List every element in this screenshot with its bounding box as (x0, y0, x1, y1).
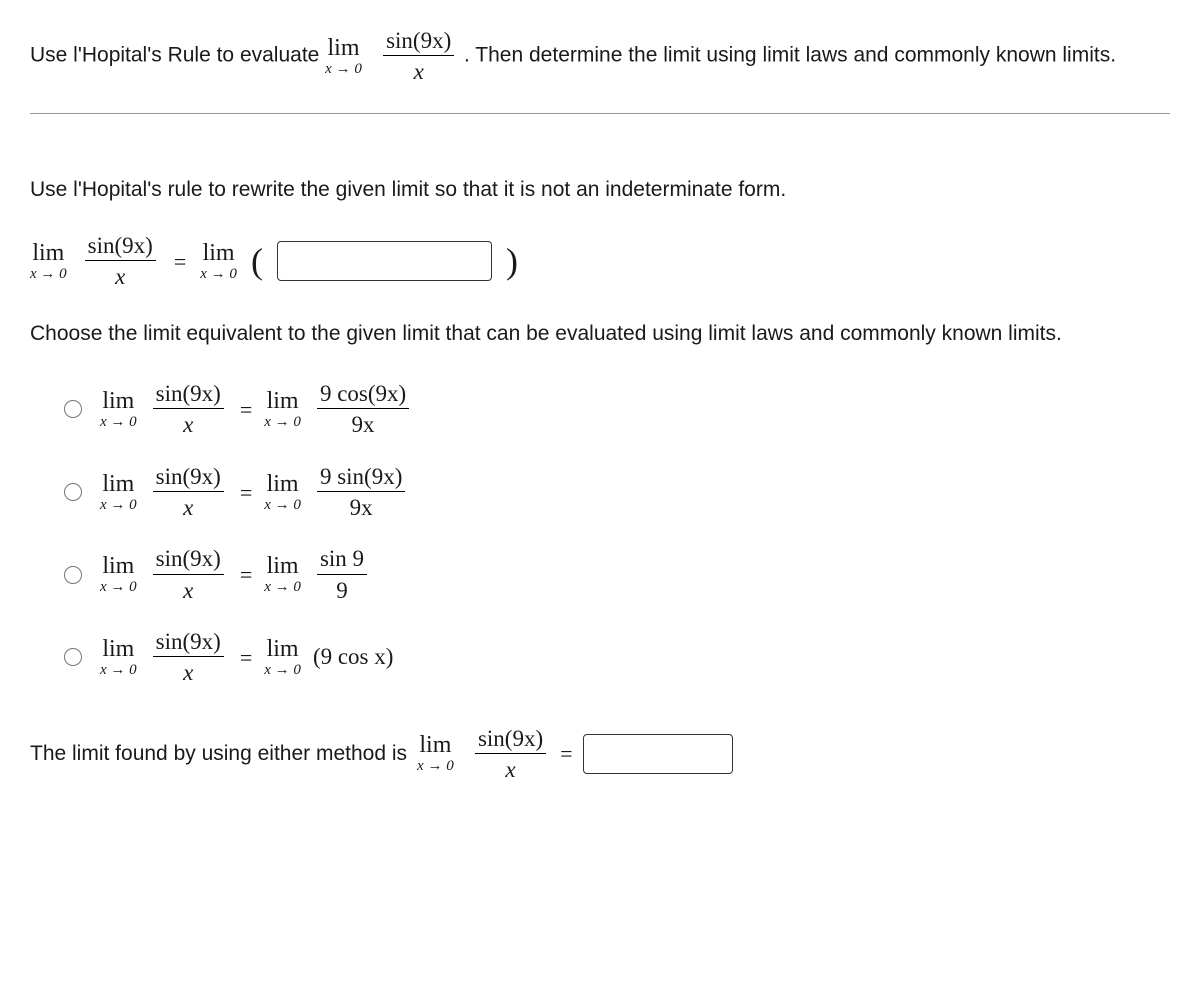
choice-3-radio[interactable] (64, 566, 82, 584)
choice-1-radio[interactable] (64, 400, 82, 418)
choice-2-radio[interactable] (64, 483, 82, 501)
final-answer-input[interactable] (583, 734, 733, 774)
header-limit-expr: lim x → 0 sin(9x) x (325, 42, 464, 67)
lhopital-answer-input[interactable] (277, 241, 492, 281)
final-equals: = (560, 737, 572, 770)
header-text-before: Use l'Hopital's Rule to evaluate (30, 44, 325, 67)
final-answer-row: The limit found by using either method i… (30, 726, 1170, 783)
choice-3[interactable]: limx → 0 sin(9x)x = limx → 0 sin 99 (64, 546, 1170, 603)
choice-4[interactable]: limx → 0 sin(9x)x = limx → 0 (9 cos x) (64, 629, 1170, 686)
choice-group: limx → 0 sin(9x)x = limx → 0 9 cos(9x)9x… (64, 381, 1170, 685)
section2-instruction: Choose the limit equivalent to the given… (30, 318, 1170, 350)
lhs-lim: lim x → 0 (30, 241, 67, 282)
rhs-lim: lim x → 0 (200, 241, 237, 282)
lhopital-equation: lim x → 0 sin(9x) x = lim x → 0 ( ) (30, 233, 1170, 290)
header-text-after: . Then determine the limit using limit l… (464, 44, 1116, 67)
lim-block: lim x → 0 (325, 36, 362, 77)
right-paren: ) (506, 247, 518, 276)
section1-instruction: Use l'Hopital's rule to rewrite the give… (30, 174, 1170, 206)
final-limit-expr: lim x → 0 sin(9x) x (417, 726, 550, 783)
choice-2[interactable]: limx → 0 sin(9x)x = limx → 0 9 sin(9x)9x (64, 464, 1170, 521)
choice-4-radio[interactable] (64, 648, 82, 666)
choice-1[interactable]: limx → 0 sin(9x)x = limx → 0 9 cos(9x)9x (64, 381, 1170, 438)
lhs-fraction: sin(9x) x (85, 233, 156, 290)
equals-sign: = (174, 245, 186, 278)
question-header: Use l'Hopital's Rule to evaluate lim x →… (30, 28, 1170, 114)
header-fraction: sin(9x) x (383, 28, 454, 85)
left-paren: ( (251, 247, 263, 276)
final-text: The limit found by using either method i… (30, 738, 407, 770)
